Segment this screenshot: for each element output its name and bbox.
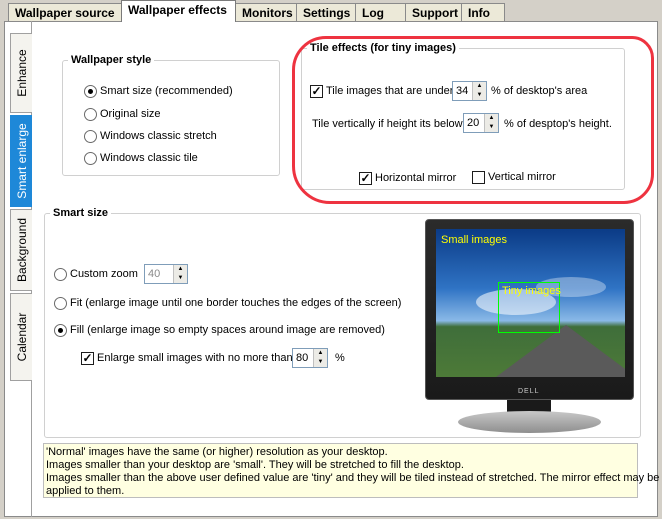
spin-up-icon[interactable]: ▲ xyxy=(473,82,486,91)
radio-original-size[interactable] xyxy=(84,108,97,121)
tile-vert-value[interactable]: 20 xyxy=(467,117,479,129)
tile-under-spinner[interactable]: 34 ▲ ▼ xyxy=(452,81,487,101)
spin-down-icon[interactable]: ▼ xyxy=(485,123,498,132)
radio-classic-tile[interactable] xyxy=(84,152,97,165)
enlarge-small-value[interactable]: 80 xyxy=(296,352,308,364)
spin-up-icon[interactable]: ▲ xyxy=(174,265,187,274)
radio-smart-size-label[interactable]: Smart size (recommended) xyxy=(100,85,233,97)
tab-monitors[interactable]: Monitors xyxy=(235,3,297,22)
side-tab-label: Calendar xyxy=(14,312,29,362)
tab-log[interactable]: Log xyxy=(355,3,406,22)
enlarge-small-spin-buttons[interactable]: ▲ ▼ xyxy=(313,349,327,367)
radio-fit-label[interactable]: Fit (enlarge image until one border touc… xyxy=(70,297,401,309)
tab-bar: Wallpaper source Wallpaper effects Monit… xyxy=(0,0,662,22)
spin-down-icon[interactable]: ▼ xyxy=(314,358,327,367)
monitor-base xyxy=(458,411,601,433)
tile-under-spin-buttons[interactable]: ▲ ▼ xyxy=(472,82,486,100)
enlarge-small-suffix: % xyxy=(335,352,345,364)
radio-classic-stretch[interactable] xyxy=(84,130,97,143)
tab-label: Wallpaper source xyxy=(15,6,115,20)
monitor-bezel: Small images Tiny images DELL xyxy=(425,219,634,400)
tile-vert-spinner[interactable]: 20 ▲ ▼ xyxy=(463,113,499,133)
side-tab-label: Enhance xyxy=(14,49,29,97)
side-tab-calendar[interactable]: Calendar xyxy=(10,293,32,381)
radio-smart-size[interactable] xyxy=(84,85,97,98)
tab-support[interactable]: Support xyxy=(405,3,462,22)
custom-zoom-value[interactable]: 40 xyxy=(148,268,160,280)
radio-original-size-label[interactable]: Original size xyxy=(100,108,161,120)
info-line: 'Normal' images have the same (or higher… xyxy=(46,446,388,458)
tab-label: Settings xyxy=(303,6,351,20)
spin-up-icon[interactable]: ▲ xyxy=(314,349,327,358)
tile-vert-label: Tile vertically if height its below xyxy=(312,118,463,130)
radio-fill-label[interactable]: Fill (enlarge image so empty spaces arou… xyxy=(70,324,385,336)
tab-label: Log xyxy=(362,6,384,20)
radio-fill[interactable] xyxy=(54,324,67,337)
tab-label: Support xyxy=(412,6,458,20)
tab-settings[interactable]: Settings xyxy=(296,3,356,22)
tab-label: Wallpaper effects xyxy=(128,3,227,17)
spin-down-icon[interactable]: ▼ xyxy=(473,91,486,100)
wallpaper-style-title: Wallpaper style xyxy=(68,54,155,66)
monitor-preview: Small images Tiny images DELL xyxy=(425,219,634,434)
radio-classic-stretch-label[interactable]: Windows classic stretch xyxy=(100,130,217,142)
monitor-screen: Small images Tiny images xyxy=(436,229,625,377)
vertical-mirror-checkbox[interactable] xyxy=(472,171,485,184)
tab-info[interactable]: Info xyxy=(461,3,505,22)
side-tab-label: Background xyxy=(14,217,29,283)
radio-fit[interactable] xyxy=(54,297,67,310)
spin-down-icon[interactable]: ▼ xyxy=(174,274,187,283)
enlarge-small-label[interactable]: Enlarge small images with no more than xyxy=(97,352,293,364)
monitor-logo: DELL xyxy=(518,388,540,395)
info-line: Images smaller than your desktop are 'sm… xyxy=(46,459,464,471)
tiny-images-box: Tiny images xyxy=(498,282,561,333)
smart-size-title: Smart size xyxy=(50,207,112,219)
enlarge-small-spinner[interactable]: 80 ▲ ▼ xyxy=(292,348,328,368)
tiny-images-label: Tiny images xyxy=(502,285,561,297)
radio-classic-tile-label[interactable]: Windows classic tile xyxy=(100,152,198,164)
tile-vert-suffix: % of desptop's height. xyxy=(504,118,612,130)
spin-up-icon[interactable]: ▲ xyxy=(485,114,498,123)
small-images-label: Small images xyxy=(441,234,508,246)
tab-wallpaper-source[interactable]: Wallpaper source xyxy=(8,3,122,22)
info-line: applied to them. xyxy=(46,485,125,497)
radio-custom-zoom[interactable] xyxy=(54,268,67,281)
info-box: 'Normal' images have the same (or higher… xyxy=(43,443,660,498)
info-line: Images smaller than the above user defin… xyxy=(46,472,660,484)
tile-effects-title: Tile effects (for tiny images) xyxy=(307,42,459,54)
side-tab-smart-enlarge[interactable]: Smart enlarge xyxy=(10,115,32,207)
horizontal-mirror-label[interactable]: Horizontal mirror xyxy=(375,172,456,184)
tab-label: Info xyxy=(468,6,490,20)
tile-under-value[interactable]: 34 xyxy=(456,85,468,97)
side-tab-label: Smart enlarge xyxy=(14,123,29,199)
enlarge-small-checkbox[interactable]: ✓ xyxy=(81,352,94,365)
tile-vert-spin-buttons[interactable]: ▲ ▼ xyxy=(484,114,498,132)
side-tab-background[interactable]: Background xyxy=(10,209,32,291)
horizontal-mirror-checkbox[interactable]: ✓ xyxy=(359,172,372,185)
tile-under-checkbox[interactable]: ✓ xyxy=(310,85,323,98)
custom-zoom-spinner[interactable]: 40 ▲ ▼ xyxy=(144,264,188,284)
vertical-mirror-label[interactable]: Vertical mirror xyxy=(488,171,556,183)
tab-wallpaper-effects[interactable]: Wallpaper effects xyxy=(121,0,236,22)
side-tab-enhance[interactable]: Enhance xyxy=(10,33,32,113)
radio-custom-zoom-label[interactable]: Custom zoom xyxy=(70,268,138,280)
tab-label: Monitors xyxy=(242,6,293,20)
tile-under-suffix: % of desktop's area xyxy=(491,85,588,97)
tile-under-label[interactable]: Tile images that are under xyxy=(326,85,453,97)
custom-zoom-spin-buttons[interactable]: ▲ ▼ xyxy=(173,265,187,283)
